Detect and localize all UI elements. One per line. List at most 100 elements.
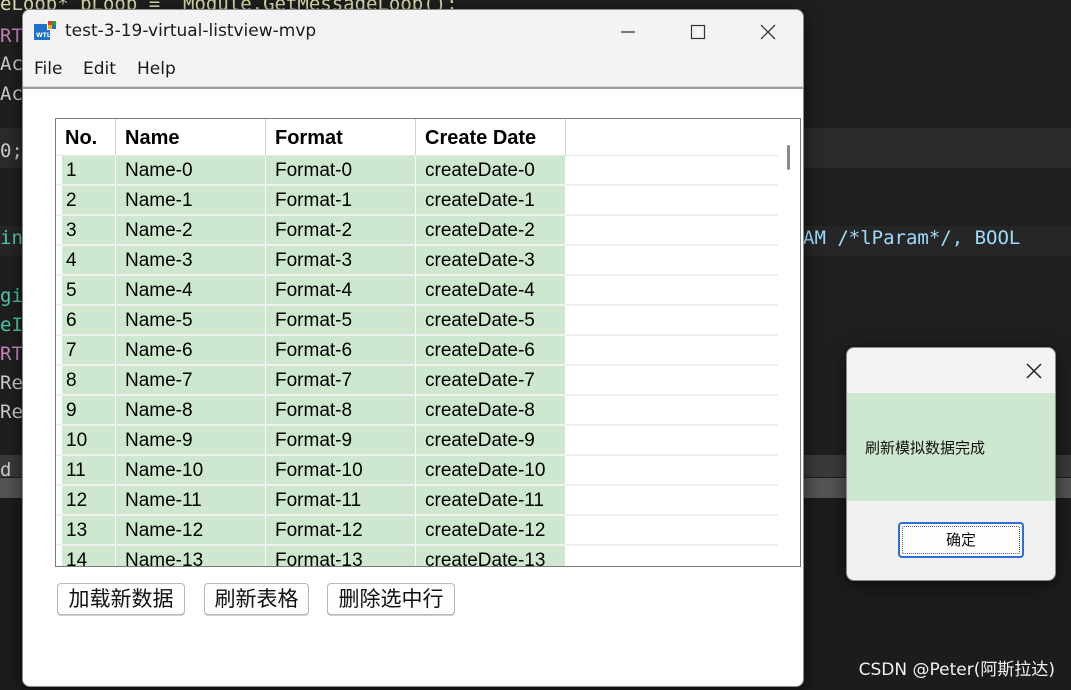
- menu-bar: File Edit Help: [23, 54, 803, 87]
- message-box-body: 刷新模拟数据完成: [847, 393, 1055, 501]
- virtual-listview[interactable]: No. Name Format Create Date 1 Name-0 Forma…: [55, 118, 801, 567]
- table-row[interactable]: 13 Name-12 Format-12 createDate-12: [56, 516, 778, 546]
- table-cell: createDate-4: [416, 276, 566, 304]
- table-row[interactable]: 14 Name-13 Format-13 createDate-13: [56, 546, 778, 566]
- table-cell: createDate-8: [416, 396, 566, 424]
- menu-edit[interactable]: Edit: [81, 59, 118, 79]
- minimize-button[interactable]: [593, 10, 663, 54]
- code-line: d: [0, 459, 12, 481]
- table-cell: Name-1: [116, 186, 266, 214]
- table-cell: Format-12: [266, 516, 416, 544]
- table-cell: 13: [62, 516, 116, 544]
- table-row[interactable]: 7 Name-6 Format-6 createDate-6: [56, 336, 778, 366]
- code-line: Re: [0, 372, 23, 394]
- column-header-name[interactable]: Name: [116, 119, 266, 155]
- listview-header: No. Name Format Create Date: [56, 119, 778, 156]
- code-line: RT: [0, 25, 23, 47]
- table-row[interactable]: 4 Name-3 Format-3 createDate-3: [56, 246, 778, 276]
- table-cell: createDate-6: [416, 336, 566, 364]
- menu-help[interactable]: Help: [135, 59, 178, 79]
- table-cell: Name-13: [116, 546, 266, 566]
- vertical-scrollbar[interactable]: [778, 119, 800, 566]
- table-cell: Format-3: [266, 246, 416, 274]
- table-cell: Name-0: [116, 156, 266, 184]
- code-line: in: [0, 227, 23, 249]
- column-header-create-date[interactable]: Create Date: [416, 119, 566, 155]
- table-cell: Name-11: [116, 486, 266, 514]
- table-cell: Format-8: [266, 396, 416, 424]
- table-cell: Name-12: [116, 516, 266, 544]
- close-button[interactable]: [733, 10, 803, 54]
- table-cell: 11: [62, 456, 116, 484]
- delete-selected-row-button[interactable]: 删除选中行: [327, 583, 455, 615]
- app-icon: WTL: [34, 21, 56, 40]
- table-cell: Format-11: [266, 486, 416, 514]
- table-cell: 2: [62, 186, 116, 214]
- code-line: Ac: [0, 83, 23, 105]
- table-row[interactable]: 1 Name-0 Format-0 createDate-0: [56, 156, 778, 186]
- table-cell: createDate-1: [416, 186, 566, 214]
- menu-file[interactable]: File: [32, 59, 64, 79]
- table-row[interactable]: 5 Name-4 Format-4 createDate-4: [56, 276, 778, 306]
- table-cell: Name-4: [116, 276, 266, 304]
- table-cell: Format-1: [266, 186, 416, 214]
- listview-rows: 1 Name-0 Format-0 createDate-0 2 Name-1 Format…: [56, 156, 778, 566]
- close-icon: [760, 24, 776, 40]
- table-cell: createDate-13: [416, 546, 566, 566]
- table-cell: Name-8: [116, 396, 266, 424]
- focus-rect: [902, 526, 1020, 554]
- table-row[interactable]: 12 Name-11 Format-11 createDate-11: [56, 486, 778, 516]
- column-header-format[interactable]: Format: [266, 119, 416, 155]
- minimize-icon: [621, 31, 635, 33]
- code-line: RT: [0, 343, 23, 365]
- maximize-icon: [690, 24, 706, 40]
- table-row[interactable]: 9 Name-8 Format-8 createDate-8: [56, 396, 778, 426]
- table-cell: 12: [62, 486, 116, 514]
- table-cell: createDate-7: [416, 366, 566, 394]
- code-line: Ac: [0, 53, 23, 75]
- table-cell: 5: [62, 276, 116, 304]
- table-cell: Format-6: [266, 336, 416, 364]
- table-cell: createDate-5: [416, 306, 566, 334]
- close-icon[interactable]: [1023, 360, 1045, 382]
- table-row[interactable]: 6 Name-5 Format-5 createDate-5: [56, 306, 778, 336]
- table-cell: createDate-9: [416, 426, 566, 454]
- main-window: WTL test-3-19-virtual-listview-mvp File …: [22, 9, 804, 687]
- svg-text:WTL: WTL: [36, 32, 51, 39]
- load-new-data-button[interactable]: 加载新数据: [57, 583, 185, 615]
- table-row[interactable]: 11 Name-10 Format-10 createDate-10: [56, 456, 778, 486]
- column-header-no[interactable]: No.: [56, 119, 116, 155]
- maximize-button[interactable]: [663, 10, 733, 54]
- table-cell: Name-10: [116, 456, 266, 484]
- table-row[interactable]: 3 Name-2 Format-2 createDate-2: [56, 216, 778, 246]
- table-cell: Name-3: [116, 246, 266, 274]
- scrollbar-thumb[interactable]: [787, 145, 790, 170]
- table-cell: createDate-3: [416, 246, 566, 274]
- table-row[interactable]: 8 Name-7 Format-7 createDate-7: [56, 366, 778, 396]
- table-cell: Name-5: [116, 306, 266, 334]
- table-row[interactable]: 2 Name-1 Format-1 createDate-1: [56, 186, 778, 216]
- table-cell: createDate-11: [416, 486, 566, 514]
- refresh-table-button[interactable]: 刷新表格: [204, 583, 309, 615]
- table-cell: createDate-0: [416, 156, 566, 184]
- ok-button[interactable]: 确定: [898, 522, 1024, 558]
- table-cell: 6: [62, 306, 116, 334]
- message-box-title-bar[interactable]: [847, 348, 1055, 393]
- table-cell: Format-13: [266, 546, 416, 566]
- client-area: No. Name Format Create Date 1 Name-0 Forma…: [23, 87, 803, 686]
- table-cell: 1: [62, 156, 116, 184]
- table-cell: Format-2: [266, 216, 416, 244]
- table-row[interactable]: 10 Name-9 Format-9 createDate-9: [56, 426, 778, 456]
- code-line: gi: [0, 285, 23, 307]
- table-cell: 7: [62, 336, 116, 364]
- table-cell: 9: [62, 396, 116, 424]
- table-cell: 10: [62, 426, 116, 454]
- csdn-watermark: CSDN @Peter(阿斯拉达): [858, 660, 1055, 680]
- code-line: Re: [0, 401, 23, 423]
- title-bar[interactable]: WTL test-3-19-virtual-listview-mvp: [23, 10, 803, 54]
- table-cell: 4: [62, 246, 116, 274]
- table-cell: Name-6: [116, 336, 266, 364]
- table-cell: 3: [62, 216, 116, 244]
- code-line: 0;: [0, 140, 23, 162]
- table-cell: Format-0: [266, 156, 416, 184]
